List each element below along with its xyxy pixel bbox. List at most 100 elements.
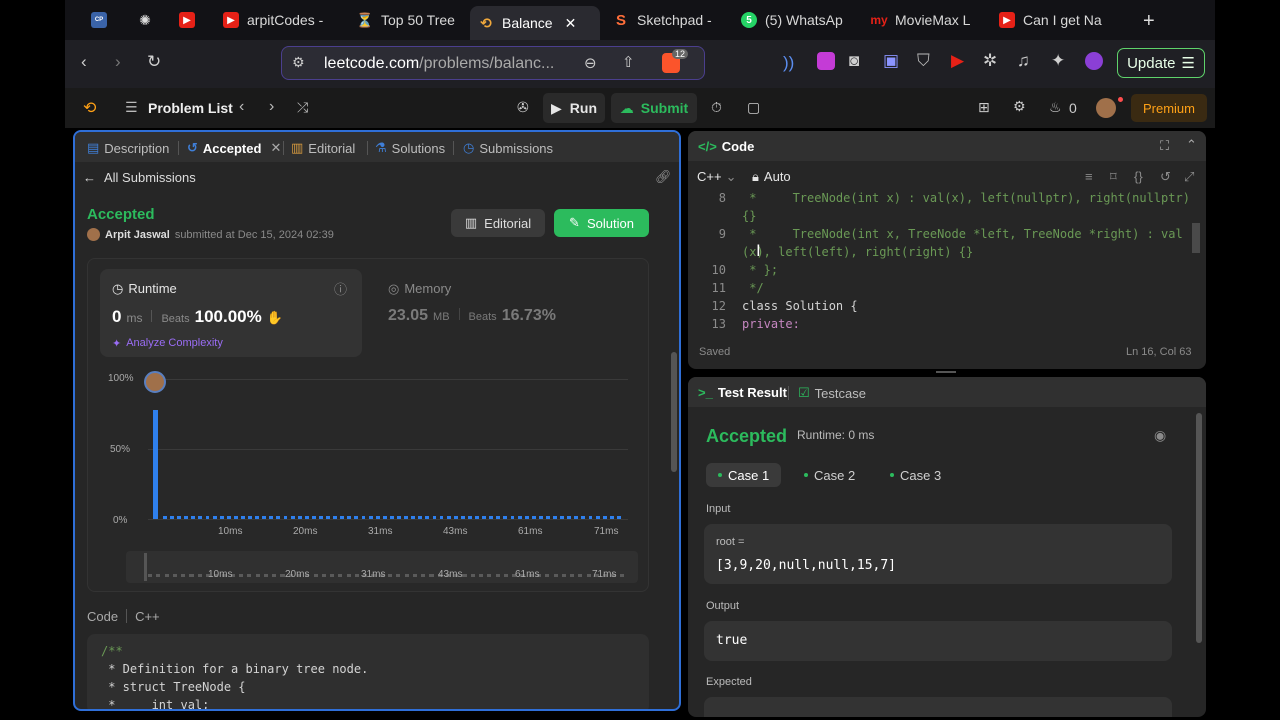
expand-icon[interactable]: ⤢ — [1184, 169, 1194, 185]
solution-button[interactable]: ✎ Solution — [554, 209, 649, 237]
bookmark-icon[interactable]: ⌑ — [1110, 169, 1117, 185]
settings-icon[interactable]: ⚙ — [1013, 98, 1026, 115]
chart-bar[interactable] — [319, 516, 323, 519]
editor-scrollbar[interactable] — [1192, 223, 1200, 253]
range-slider[interactable]: 10ms 20ms 31ms 43ms 61ms 71ms — [126, 551, 638, 583]
puzzle-icon[interactable]: ✲ — [983, 51, 997, 71]
chart-bar[interactable] — [347, 516, 352, 519]
chart-bar[interactable] — [255, 516, 260, 519]
chart-bar[interactable] — [475, 516, 479, 519]
tab-arpitcodes[interactable]: ▶ arpitCodes - — [215, 6, 339, 34]
chart-bar[interactable] — [297, 516, 302, 519]
url-text[interactable]: leetcode.com/problems/balanc... — [324, 55, 554, 73]
tab-accepted[interactable]: ↺ Accepted ✕ — [187, 140, 281, 156]
camera-ext-icon[interactable]: ▣ — [883, 51, 899, 71]
maximize-icon[interactable]: ⛶ — [1160, 138, 1169, 154]
tab-submissions[interactable]: ◷ Submissions — [463, 140, 553, 156]
all-submissions-link[interactable]: ← All Submissions — [83, 170, 196, 185]
prev-problem-icon[interactable]: ‹ — [239, 98, 244, 116]
chart-bar[interactable] — [510, 516, 515, 519]
address-bar[interactable]: ⚙ leetcode.com/problems/balanc... ⊖ ⇧ 12 — [281, 46, 705, 80]
tab-openai[interactable]: ✺ — [129, 6, 161, 34]
back-icon[interactable]: ‹ — [81, 52, 87, 72]
chart-bar[interactable] — [602, 516, 607, 519]
chart-bar[interactable] — [595, 516, 600, 519]
chart-bar[interactable] — [283, 516, 288, 519]
note-icon[interactable]: ▢ — [747, 99, 760, 116]
editorial-button[interactable]: ▥ Editorial — [451, 209, 545, 237]
extension-icon[interactable] — [817, 52, 835, 70]
chart-bar[interactable] — [163, 516, 167, 519]
chart-bar[interactable] — [439, 516, 444, 519]
chart-bar[interactable] — [226, 516, 231, 519]
scrollbar[interactable] — [671, 352, 677, 472]
chart-bar[interactable] — [397, 516, 401, 519]
chart-bar[interactable] — [304, 516, 309, 519]
chart-bar[interactable] — [361, 516, 366, 519]
youtube-ext-icon[interactable]: ▶ — [951, 51, 964, 71]
music-icon[interactable]: ♫ — [1017, 51, 1030, 71]
case-2-tab[interactable]: Case 2 — [792, 463, 867, 487]
chart-bar[interactable] — [560, 516, 565, 519]
chart-bar[interactable] — [545, 516, 550, 519]
problem-list-link[interactable]: Problem List — [148, 100, 233, 116]
chart-bar[interactable] — [212, 516, 217, 519]
chart-bar[interactable] — [446, 516, 451, 519]
chart-bar[interactable] — [333, 516, 338, 519]
output-value[interactable]: true — [716, 633, 747, 648]
vr-icon[interactable]: ◙ — [849, 51, 859, 71]
chart-bar[interactable] — [616, 516, 621, 519]
chart-bar[interactable] — [553, 516, 557, 519]
new-tab-button[interactable]: + — [1143, 10, 1155, 33]
chart-bar[interactable] — [489, 516, 494, 519]
runtime-card[interactable]: ◷ Runtime ⓘ 0 ms Beats 100.00% ✋ ✦ Analy… — [100, 269, 362, 357]
chart-bar[interactable] — [340, 516, 345, 519]
chart-bar[interactable] — [311, 516, 316, 519]
avatar[interactable] — [1096, 98, 1116, 118]
chart-bar-highlight[interactable] — [153, 409, 158, 519]
chart-bar[interactable] — [567, 516, 572, 519]
chart-bar[interactable] — [425, 516, 430, 519]
chart-bar[interactable] — [219, 516, 224, 519]
chart-bar[interactable] — [404, 516, 409, 519]
case-1-tab[interactable]: Case 1 — [706, 463, 782, 487]
memory-card[interactable]: ◎ Memory 23.05 MB Beats 16.73% — [388, 281, 628, 361]
tab-moviemax[interactable]: my MovieMax L — [863, 6, 987, 34]
next-problem-icon[interactable]: › — [269, 98, 274, 116]
chart-bar[interactable] — [482, 516, 487, 519]
zoom-icon[interactable]: ⊖ — [584, 54, 597, 72]
close-tab-icon[interactable]: ✕ — [270, 140, 281, 156]
timer-icon[interactable]: ⏱ — [711, 99, 722, 116]
chart-bar[interactable] — [262, 516, 267, 519]
wallet-icon[interactable]: )) — [783, 53, 794, 73]
chart-bar[interactable] — [241, 516, 245, 519]
link-icon[interactable]: 🔗︎ — [655, 169, 672, 185]
chart-bar[interactable] — [538, 516, 543, 519]
chart-bar[interactable] — [205, 516, 210, 519]
submit-button[interactable]: ☁ Submit — [611, 93, 697, 123]
site-settings-icon[interactable]: ⚙ — [292, 54, 305, 71]
streak-icon[interactable]: ♨ — [1049, 99, 1062, 116]
resize-handle[interactable] — [936, 371, 956, 373]
tab-description[interactable]: ▤ Description — [87, 140, 169, 156]
chart-bar[interactable] — [588, 516, 593, 519]
reset-icon[interactable]: ↺ — [1160, 169, 1171, 185]
tab-top50tree[interactable]: ⏳ Top 50 Tree — [349, 6, 469, 34]
chart-bar[interactable] — [375, 516, 380, 519]
chart-bar[interactable] — [290, 516, 295, 519]
forward-icon[interactable]: › — [115, 52, 121, 72]
tab-sketchpad[interactable]: S Sketchpad - — [605, 6, 723, 34]
tab-comp-prog[interactable]: CP — [83, 6, 115, 34]
tab-test-result[interactable]: >_ Test Result — [698, 385, 787, 400]
tab-whatsapp[interactable]: 5 (5) WhatsAp — [733, 6, 853, 34]
premium-button[interactable]: Premium — [1131, 94, 1207, 122]
auto-mode[interactable]: 🔒︎ Auto — [752, 169, 791, 185]
close-tab-icon[interactable]: ✕ — [565, 15, 577, 32]
chart-bar[interactable] — [191, 516, 196, 519]
chart-bar[interactable] — [503, 516, 508, 519]
chart-bar[interactable] — [467, 516, 472, 519]
tab-testcase[interactable]: ☑ Testcase — [798, 385, 866, 401]
chart-bar[interactable] — [517, 516, 522, 519]
sparkle-icon[interactable]: ✦ — [1051, 51, 1065, 71]
chart-bar[interactable] — [524, 516, 529, 519]
